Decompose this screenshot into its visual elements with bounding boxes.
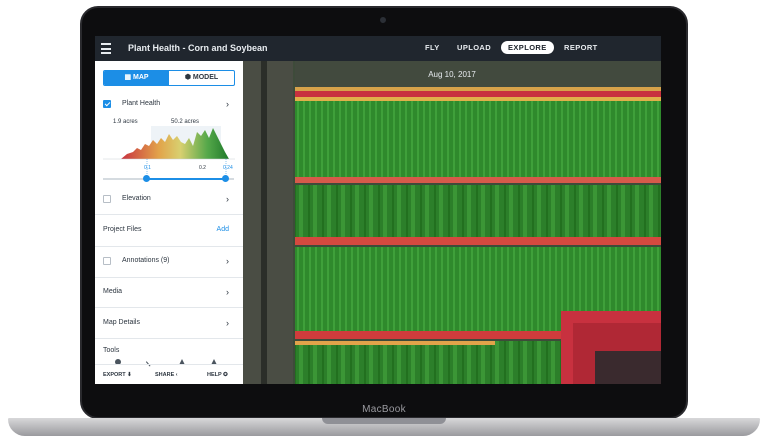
tick-low: 0.1 (144, 165, 151, 171)
plant-health-row[interactable]: Plant Health › (103, 99, 235, 110)
elevation-label: Elevation (122, 195, 151, 202)
download-icon: ⬇ (127, 372, 132, 378)
plant-health-label: Plant Health (122, 100, 161, 107)
chevron-right-icon[interactable]: › (226, 318, 229, 328)
chevron-right-icon[interactable]: › (226, 287, 229, 297)
help-button[interactable]: HELP ✪ (207, 372, 228, 378)
range-slider-fill (147, 178, 226, 180)
capture-date: Aug 10, 2017 (428, 70, 476, 79)
laptop-notch (322, 418, 446, 424)
nav-fly[interactable]: FLY (425, 43, 440, 52)
tools-label: Tools (103, 347, 120, 354)
divider (95, 338, 243, 339)
tick-mid: 0.2 (199, 165, 206, 171)
add-file-button[interactable]: Add (217, 226, 229, 233)
divider (95, 277, 243, 278)
chevron-right-icon[interactable]: › (226, 99, 229, 109)
range-slider-low-handle[interactable] (143, 175, 150, 182)
tools-row: Tools (103, 347, 235, 357)
chevron-right-icon[interactable]: › (226, 194, 229, 204)
map-icon: ▦ (124, 74, 133, 81)
map-details-label: Map Details (103, 319, 140, 326)
histogram-left-label: 1.9 acres (113, 119, 138, 125)
project-files-label: Project Files (103, 226, 142, 233)
divider (95, 214, 243, 215)
field-imagery[interactable] (243, 61, 661, 384)
help-icon: ✪ (223, 372, 228, 378)
view-toggle: ▦ MAP ⬢ MODEL (103, 70, 235, 86)
plant-health-checkbox[interactable] (103, 100, 111, 108)
sidebar: ▦ MAP ⬢ MODEL Plant Health › 1.9 acres 5… (95, 61, 243, 384)
sidebar-footer: EXPORT ⬇ SHARE ‹ HELP ✪ (95, 364, 243, 384)
nav-report[interactable]: REPORT (564, 43, 598, 52)
project-files-row: Project Files Add (103, 226, 235, 236)
map-details-row[interactable]: Map Details › (103, 318, 235, 329)
nav-upload[interactable]: UPLOAD (457, 43, 491, 52)
top-bar: Plant Health - Corn and Soybean FLY UPLO… (95, 36, 661, 61)
annotations-row[interactable]: Annotations (9) › (103, 256, 235, 267)
annotations-checkbox[interactable] (103, 257, 111, 265)
export-button[interactable]: EXPORT ⬇ (103, 372, 132, 378)
hamburger-menu-icon[interactable] (101, 43, 111, 54)
app-screen: Plant Health - Corn and Soybean FLY UPLO… (95, 36, 661, 384)
elevation-checkbox[interactable] (103, 195, 111, 203)
health-histogram (103, 126, 235, 177)
divider (95, 307, 243, 308)
cube-icon: ⬢ (184, 74, 193, 81)
map-view[interactable]: Aug 10, 2017 (243, 61, 661, 384)
histogram-right-label: 50.2 acres (171, 119, 200, 125)
media-label: Media (103, 288, 123, 295)
divider (95, 246, 243, 247)
model-toggle-button[interactable]: ⬢ MODEL (169, 71, 234, 85)
elevation-row[interactable]: Elevation › (103, 194, 235, 205)
camera-dot (380, 17, 386, 23)
share-icon: ‹ (175, 372, 178, 378)
range-slider-track[interactable] (103, 175, 234, 182)
share-button[interactable]: SHARE ‹ (155, 372, 178, 378)
project-title: Plant Health - Corn and Soybean (128, 43, 268, 53)
range-slider-high-handle[interactable] (222, 175, 229, 182)
tick-high: 0.24 (223, 165, 233, 171)
chevron-right-icon[interactable]: › (226, 256, 229, 266)
device-brand: MacBook (362, 404, 406, 415)
map-toggle-button[interactable]: ▦ MAP (104, 71, 169, 85)
nav-explore[interactable]: EXPLORE (501, 41, 554, 54)
media-row[interactable]: Media › (103, 287, 235, 298)
annotations-label: Annotations (9) (122, 257, 170, 264)
